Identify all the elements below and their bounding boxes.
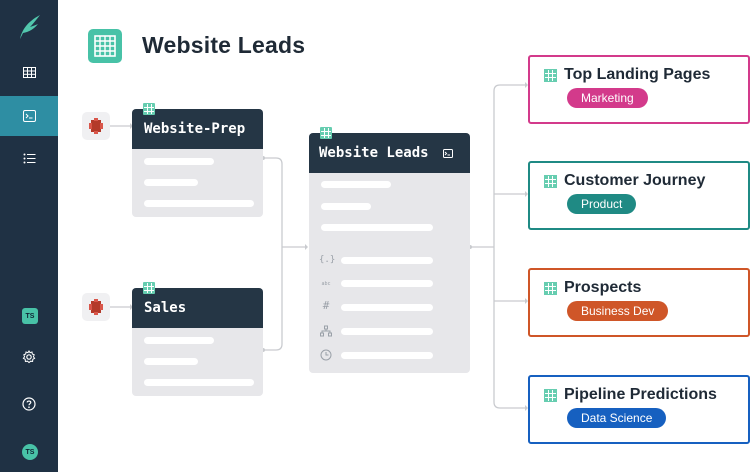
dataset-grid-icon (544, 282, 557, 295)
sidebar: TS TS (0, 0, 58, 472)
destination-card-top-landing-pages[interactable]: Top Landing Pages Marketing (528, 55, 750, 124)
sidebar-item-datasets[interactable] (0, 52, 58, 92)
dataset-card-title: Website Leads (319, 145, 429, 161)
source-connector[interactable] (82, 112, 110, 140)
team-tag[interactable]: Business Dev (567, 301, 669, 321)
table-icon (22, 66, 36, 78)
destination-card-customer-journey[interactable]: Customer Journey Product (528, 161, 750, 230)
column-placeholder (341, 328, 433, 335)
database-connector-icon (89, 118, 103, 134)
workspace-badge[interactable]: TS (22, 308, 38, 324)
dataset-grid-icon (143, 103, 155, 115)
destination-title: Top Landing Pages (564, 66, 711, 83)
object-type-icon: {.} (319, 255, 336, 265)
destination-title: Prospects (564, 279, 642, 296)
column-placeholder (341, 352, 433, 359)
dataset-grid-icon (544, 69, 557, 82)
column-placeholder (341, 304, 433, 311)
logo-icon[interactable] (18, 14, 42, 40)
terminal-icon (22, 110, 36, 122)
sidebar-item-help[interactable] (0, 384, 58, 424)
sidebar-item-settings[interactable] (0, 337, 58, 377)
help-icon (22, 397, 36, 411)
placeholder-line (321, 224, 433, 231)
placeholder-line (144, 200, 254, 207)
text-type-icon: abc (321, 281, 331, 287)
placeholder-line (321, 181, 391, 188)
database-connector-icon (89, 299, 103, 315)
sidebar-item-sql-console[interactable] (0, 96, 58, 136)
placeholder-line (144, 337, 214, 344)
placeholder-line (144, 358, 198, 365)
placeholder-line (144, 158, 214, 165)
dataset-card-website-prep[interactable]: Website-Prep (132, 109, 263, 217)
list-icon (23, 153, 35, 163)
placeholder-line (144, 179, 198, 186)
column-placeholder (341, 257, 433, 264)
destination-card-pipeline-predictions[interactable]: Pipeline Predictions Data Science (528, 375, 750, 444)
dataset-card-header: Website Leads (309, 133, 470, 173)
gear-icon (22, 350, 36, 364)
dataset-card-title: Website-Prep (132, 109, 263, 149)
user-avatar[interactable]: TS (22, 444, 38, 460)
dataset-grid-icon (143, 282, 155, 294)
placeholder-line (144, 379, 254, 386)
team-tag[interactable]: Product (567, 194, 637, 214)
dataset-card-website-leads[interactable]: Website Leads {.} abc # (309, 133, 470, 373)
dataset-grid-icon (544, 389, 557, 402)
clock-type-icon (320, 349, 332, 361)
sql-icon (443, 148, 454, 158)
hierarchy-type-icon (320, 325, 332, 337)
dataset-card-sales[interactable]: Sales (132, 288, 263, 396)
destination-title: Customer Journey (564, 172, 706, 189)
source-connector[interactable] (82, 293, 110, 321)
dataset-card-title: Sales (132, 288, 263, 328)
destination-title: Pipeline Predictions (564, 386, 717, 403)
dataset-grid-icon (320, 127, 332, 139)
dataset-icon (88, 29, 122, 63)
number-type-icon: # (322, 299, 330, 312)
team-tag[interactable]: Marketing (567, 88, 648, 108)
dataset-grid-icon (544, 175, 557, 188)
sidebar-item-list[interactable] (0, 138, 58, 178)
page-title: Website Leads (142, 32, 306, 58)
column-placeholder (341, 280, 433, 287)
placeholder-line (321, 203, 371, 210)
team-tag[interactable]: Data Science (567, 408, 667, 428)
destination-card-prospects[interactable]: Prospects Business Dev (528, 268, 750, 337)
